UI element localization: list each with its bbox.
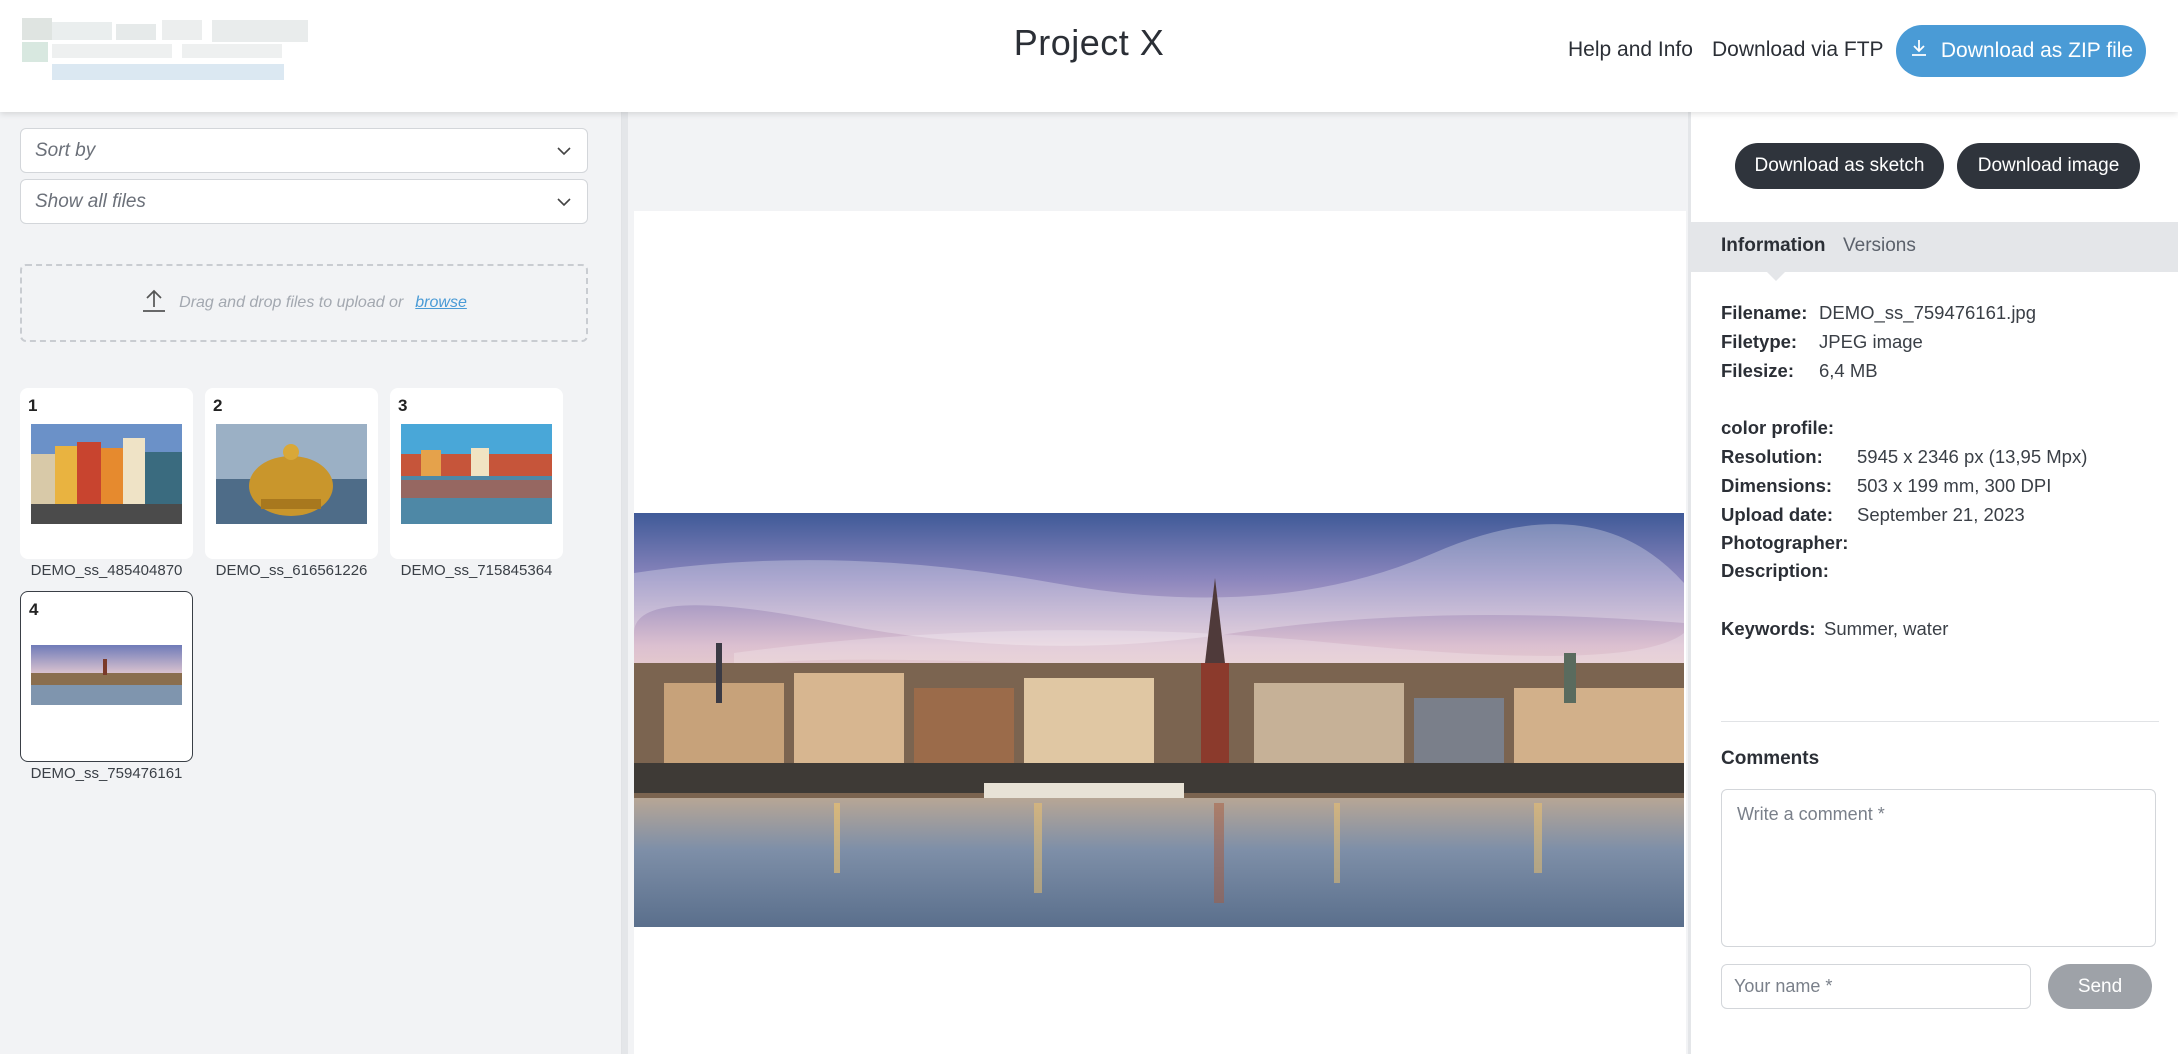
info-label: Filetype: xyxy=(1721,331,1798,352)
download-ftp-link[interactable]: Download via FTP xyxy=(1712,38,1884,62)
download-icon xyxy=(1909,38,1929,64)
file-thumbnail xyxy=(401,424,552,524)
preview-area xyxy=(622,112,1688,1054)
help-info-link[interactable]: Help and Info xyxy=(1568,38,1693,62)
info-label: Keywords: xyxy=(1721,618,1816,639)
comment-textarea[interactable] xyxy=(1721,789,2156,947)
file-name: DEMO_ss_715845364 xyxy=(400,562,553,579)
file-number: 3 xyxy=(398,396,408,415)
browse-link[interactable]: browse xyxy=(415,294,467,312)
info-value: September 21, 2023 xyxy=(1857,504,2025,525)
active-tab-indicator xyxy=(1767,272,1785,281)
info-label: Photographer: xyxy=(1721,532,1849,553)
info-label: Filename: xyxy=(1721,302,1808,323)
header: Project X Help and Info Download via FTP… xyxy=(0,0,2178,112)
chevron-down-icon xyxy=(555,142,573,160)
sort-by-label: Sort by xyxy=(35,139,96,161)
send-button[interactable]: Send xyxy=(2048,964,2152,1009)
info-value: JPEG image xyxy=(1819,331,1923,352)
logo[interactable] xyxy=(22,18,308,84)
info-value: 5945 x 2346 px (13,95 Mpx) xyxy=(1857,446,2088,467)
chevron-down-icon xyxy=(555,193,573,211)
info-label: Resolution: xyxy=(1721,446,1823,467)
file-thumbnail xyxy=(31,424,182,524)
file-thumbnail xyxy=(31,645,182,705)
download-zip-label: Download as ZIP file xyxy=(1940,39,2134,62)
file-thumbnail xyxy=(216,424,367,524)
file-name: DEMO_ss_759476161 xyxy=(30,765,183,782)
filter-label: Show all files xyxy=(35,190,146,212)
sort-by-select[interactable]: Sort by xyxy=(20,128,588,173)
name-input[interactable] xyxy=(1721,964,2031,1009)
comments-heading: Comments xyxy=(1721,748,1820,769)
upload-icon xyxy=(141,288,167,319)
filter-select[interactable]: Show all files xyxy=(20,179,588,224)
file-sidebar: Sort by Show all files Drag and drop fil… xyxy=(0,112,622,1054)
divider xyxy=(1721,721,2159,722)
file-number: 1 xyxy=(28,396,38,415)
file-card[interactable]: 2 xyxy=(205,388,378,559)
info-value: Summer, water xyxy=(1824,618,1949,639)
info-value: DEMO_ss_759476161.jpg xyxy=(1819,302,2037,323)
file-card[interactable]: 3 xyxy=(390,388,563,559)
info-label: Dimensions: xyxy=(1721,475,1833,496)
file-card[interactable]: 4 xyxy=(20,591,193,762)
tab-versions[interactable]: Versions xyxy=(1843,235,1916,257)
info-label: color profile: xyxy=(1721,417,1835,438)
file-name: DEMO_ss_485404870 xyxy=(30,562,183,579)
file-number: 4 xyxy=(29,600,39,619)
upload-text: Drag and drop files to upload or xyxy=(179,294,404,311)
tab-information[interactable]: Information xyxy=(1721,235,1826,257)
upload-dropzone[interactable]: Drag and drop files to upload or browse xyxy=(20,264,588,342)
info-label: Filesize: xyxy=(1721,360,1794,381)
download-zip-button[interactable]: Download as ZIP file xyxy=(1896,25,2146,77)
details-panel: Download as sketch Download image Inform… xyxy=(1688,112,2178,1054)
download-sketch-button[interactable]: Download as sketch xyxy=(1735,143,1944,189)
details-tabs: Information Versions xyxy=(1691,222,2178,272)
info-value: 6,4 MB xyxy=(1819,360,1878,381)
info-value: 503 x 199 mm, 300 DPI xyxy=(1857,475,2052,496)
info-label: Description: xyxy=(1721,560,1829,581)
file-name: DEMO_ss_616561226 xyxy=(215,562,368,579)
preview-image[interactable] xyxy=(634,513,1684,927)
file-number: 2 xyxy=(213,396,223,415)
preview-canvas xyxy=(634,211,1686,1054)
download-image-button[interactable]: Download image xyxy=(1957,143,2140,189)
info-label: Upload date: xyxy=(1721,504,1834,525)
file-card[interactable]: 1 xyxy=(20,388,193,559)
